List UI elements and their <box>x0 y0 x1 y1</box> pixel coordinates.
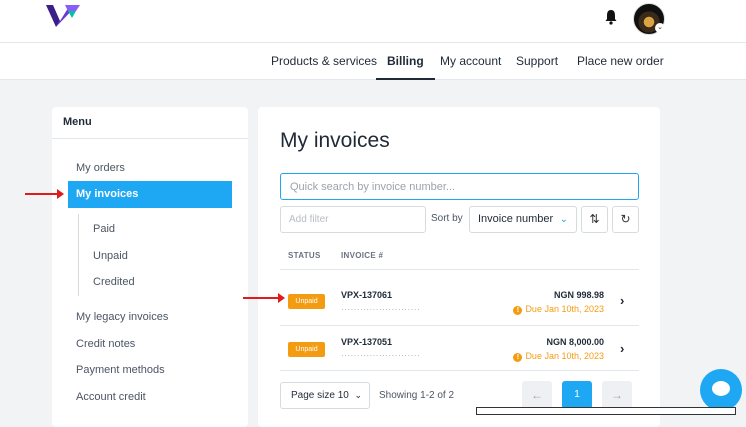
sidebar-item-legacy-invoices[interactable]: My legacy invoices <box>76 311 168 323</box>
chevron-right-icon[interactable]: › <box>620 293 624 308</box>
nav-products-services[interactable]: Products & services <box>271 43 377 80</box>
chevron-right-icon[interactable]: › <box>620 341 624 356</box>
due-date-text: Due Jan 10th, 2023 <box>525 351 604 361</box>
logo-icon[interactable] <box>46 5 80 27</box>
due-date-text: Due Jan 10th, 2023 <box>525 304 604 314</box>
invoice-number: VPX-137051 <box>341 337 393 347</box>
invoices-panel: My invoices Sort by Invoice number ⌄ ⇅ ↻… <box>258 107 660 427</box>
info-icon: ! <box>513 353 523 362</box>
invoice-description: ························· <box>341 351 421 360</box>
refresh-icon[interactable]: ↻ <box>612 206 639 233</box>
submenu-divider <box>78 214 79 296</box>
sidebar-item-my-invoices[interactable]: My invoices <box>68 181 232 208</box>
sidebar-item-credited[interactable]: Credited <box>93 276 135 288</box>
divider <box>280 325 639 326</box>
sidebar-item-credit-notes[interactable]: Credit notes <box>76 338 135 350</box>
search-input[interactable] <box>280 173 639 200</box>
page-1-button[interactable]: 1 <box>562 381 592 409</box>
nav-place-new-order[interactable]: Place new order <box>577 43 664 80</box>
next-page-button[interactable]: → <box>602 381 632 409</box>
top-bar: ⌄ <box>0 0 746 42</box>
bell-icon[interactable] <box>604 9 618 25</box>
page-title: My invoices <box>280 129 390 152</box>
column-header-invoice: INVOICE # <box>341 251 384 260</box>
chevron-down-icon[interactable]: ⌄ <box>655 23 665 33</box>
sidebar-item-unpaid[interactable]: Unpaid <box>93 250 128 262</box>
sort-select[interactable]: Invoice number ⌄ <box>469 206 577 233</box>
divider <box>280 370 639 371</box>
invoice-number: VPX-137061 <box>341 290 393 300</box>
invoice-description: ························· <box>341 305 421 314</box>
annotation-arrow <box>25 189 64 199</box>
invoice-amount: NGN 8,000.00 <box>546 337 604 347</box>
status-badge: Unpaid <box>288 294 325 309</box>
chat-bubble <box>712 381 730 396</box>
page-size-value: Page size 10 <box>291 390 349 401</box>
chevron-down-icon: ⌄ <box>559 214 568 225</box>
page-size-select[interactable]: Page size 10 ⌄ <box>280 382 370 409</box>
sort-order-icon[interactable]: ⇅ <box>581 206 608 233</box>
sidebar-menu: Menu My orders My invoices Paid Unpaid C… <box>52 107 248 427</box>
annotation-arrow <box>243 293 285 303</box>
divider <box>280 269 639 270</box>
add-filter-input[interactable] <box>280 206 426 233</box>
sort-select-value: Invoice number <box>478 213 554 225</box>
invoice-due-date: ! Due Jan 10th, 2023 <box>513 351 604 362</box>
pagination-summary: Showing 1-2 of 2 <box>379 390 455 401</box>
chat-icon[interactable] <box>700 369 742 411</box>
info-icon: ! <box>513 306 523 315</box>
status-badge: Unpaid <box>288 342 325 357</box>
column-header-status: STATUS <box>288 251 321 260</box>
main-nav: Products & services Billing My account S… <box>0 42 746 80</box>
prev-page-button[interactable]: ← <box>522 381 552 409</box>
menu-title: Menu <box>52 107 248 139</box>
chevron-down-icon: ⌄ <box>354 390 362 400</box>
nav-billing[interactable]: Billing <box>376 43 435 80</box>
invoice-amount: NGN 998.98 <box>553 290 604 300</box>
sort-by-label: Sort by <box>431 213 463 224</box>
invoice-due-date: ! Due Jan 10th, 2023 <box>513 304 604 315</box>
sidebar-item-payment-methods[interactable]: Payment methods <box>76 364 165 376</box>
sidebar-item-account-credit[interactable]: Account credit <box>76 391 146 403</box>
sidebar-item-paid[interactable]: Paid <box>93 223 115 235</box>
sidebar-item-my-orders[interactable]: My orders <box>76 162 125 174</box>
overlay-popup <box>476 407 736 415</box>
nav-my-account[interactable]: My account <box>440 43 501 80</box>
nav-support[interactable]: Support <box>516 43 558 80</box>
